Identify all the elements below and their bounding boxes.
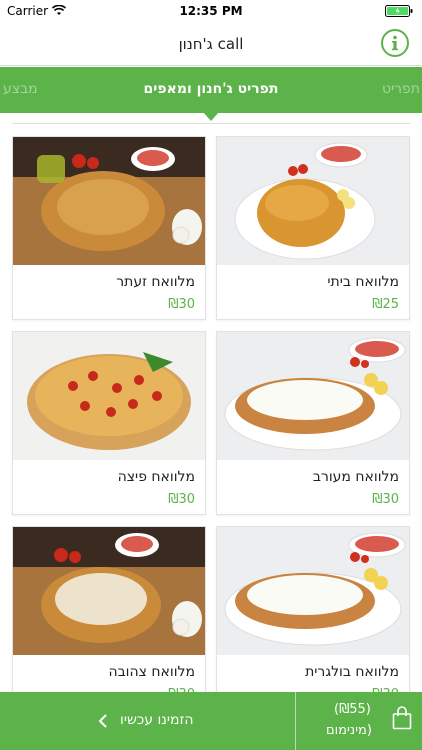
product-card[interactable]: מלוואח בולגרית ₪30 <box>216 526 410 710</box>
tab-menu[interactable]: תפריט <box>382 81 420 97</box>
product-image <box>13 332 205 460</box>
product-name: מלוואח בולגרית <box>305 664 399 680</box>
product-name: מלוואח פיצה <box>117 469 195 485</box>
product-card[interactable]: מלוואח מעורב ₪30 <box>216 331 410 515</box>
page-title: ג'חנון call <box>178 35 244 53</box>
tab-jachnun-pastries[interactable]: תפריט ג'חנון ומאפים <box>0 81 422 97</box>
nav-bar: ג'חנון call <box>0 22 422 66</box>
product-name: מלוואח זעתר <box>116 274 195 290</box>
bottom-action-bar: הזמינו עכשיו (₪55) מינימום) <box>0 692 422 750</box>
product-price: ₪30 <box>168 297 195 312</box>
order-now-button[interactable]: הזמינו עכשיו <box>0 692 294 750</box>
divider <box>12 123 410 124</box>
order-now-label: הזמינו עכשיו <box>120 712 194 728</box>
info-icon <box>392 35 398 51</box>
status-bar: Carrier 12:35 PM <box>0 0 422 22</box>
shopping-bag-icon <box>392 706 412 730</box>
product-image <box>217 527 409 655</box>
info-button[interactable] <box>381 29 409 57</box>
product-price: ₪25 <box>372 297 399 312</box>
product-card[interactable]: מלוואח צהובה ₪30 <box>12 526 206 710</box>
product-price: ₪30 <box>372 492 399 507</box>
product-image <box>217 332 409 460</box>
chevron-left-icon <box>98 714 107 728</box>
product-name: מלוואח צהובה <box>108 664 195 680</box>
category-tabs: מבצע תפריט ג'חנון ומאפים תפריט <box>0 67 422 113</box>
product-name: מלוואח מעורב <box>312 469 399 485</box>
cart-minimum-label: מינימום) <box>326 723 372 738</box>
battery-icon <box>385 5 413 17</box>
product-image <box>217 137 409 265</box>
product-card[interactable]: מלוואח ביתי ₪25 <box>216 136 410 320</box>
product-image <box>13 137 205 265</box>
product-name: מלוואח ביתי <box>327 274 399 290</box>
active-tab-indicator <box>203 112 219 121</box>
product-image <box>13 527 205 655</box>
cart-button[interactable]: (₪55) מינימום) <box>296 692 422 750</box>
clock: 12:35 PM <box>179 4 243 18</box>
product-card[interactable]: מלוואח זעתר ₪30 <box>12 136 206 320</box>
cart-total: (₪55) <box>334 702 371 717</box>
product-card[interactable]: מלוואח פיצה ₪30 <box>12 331 206 515</box>
product-price: ₪30 <box>168 492 195 507</box>
